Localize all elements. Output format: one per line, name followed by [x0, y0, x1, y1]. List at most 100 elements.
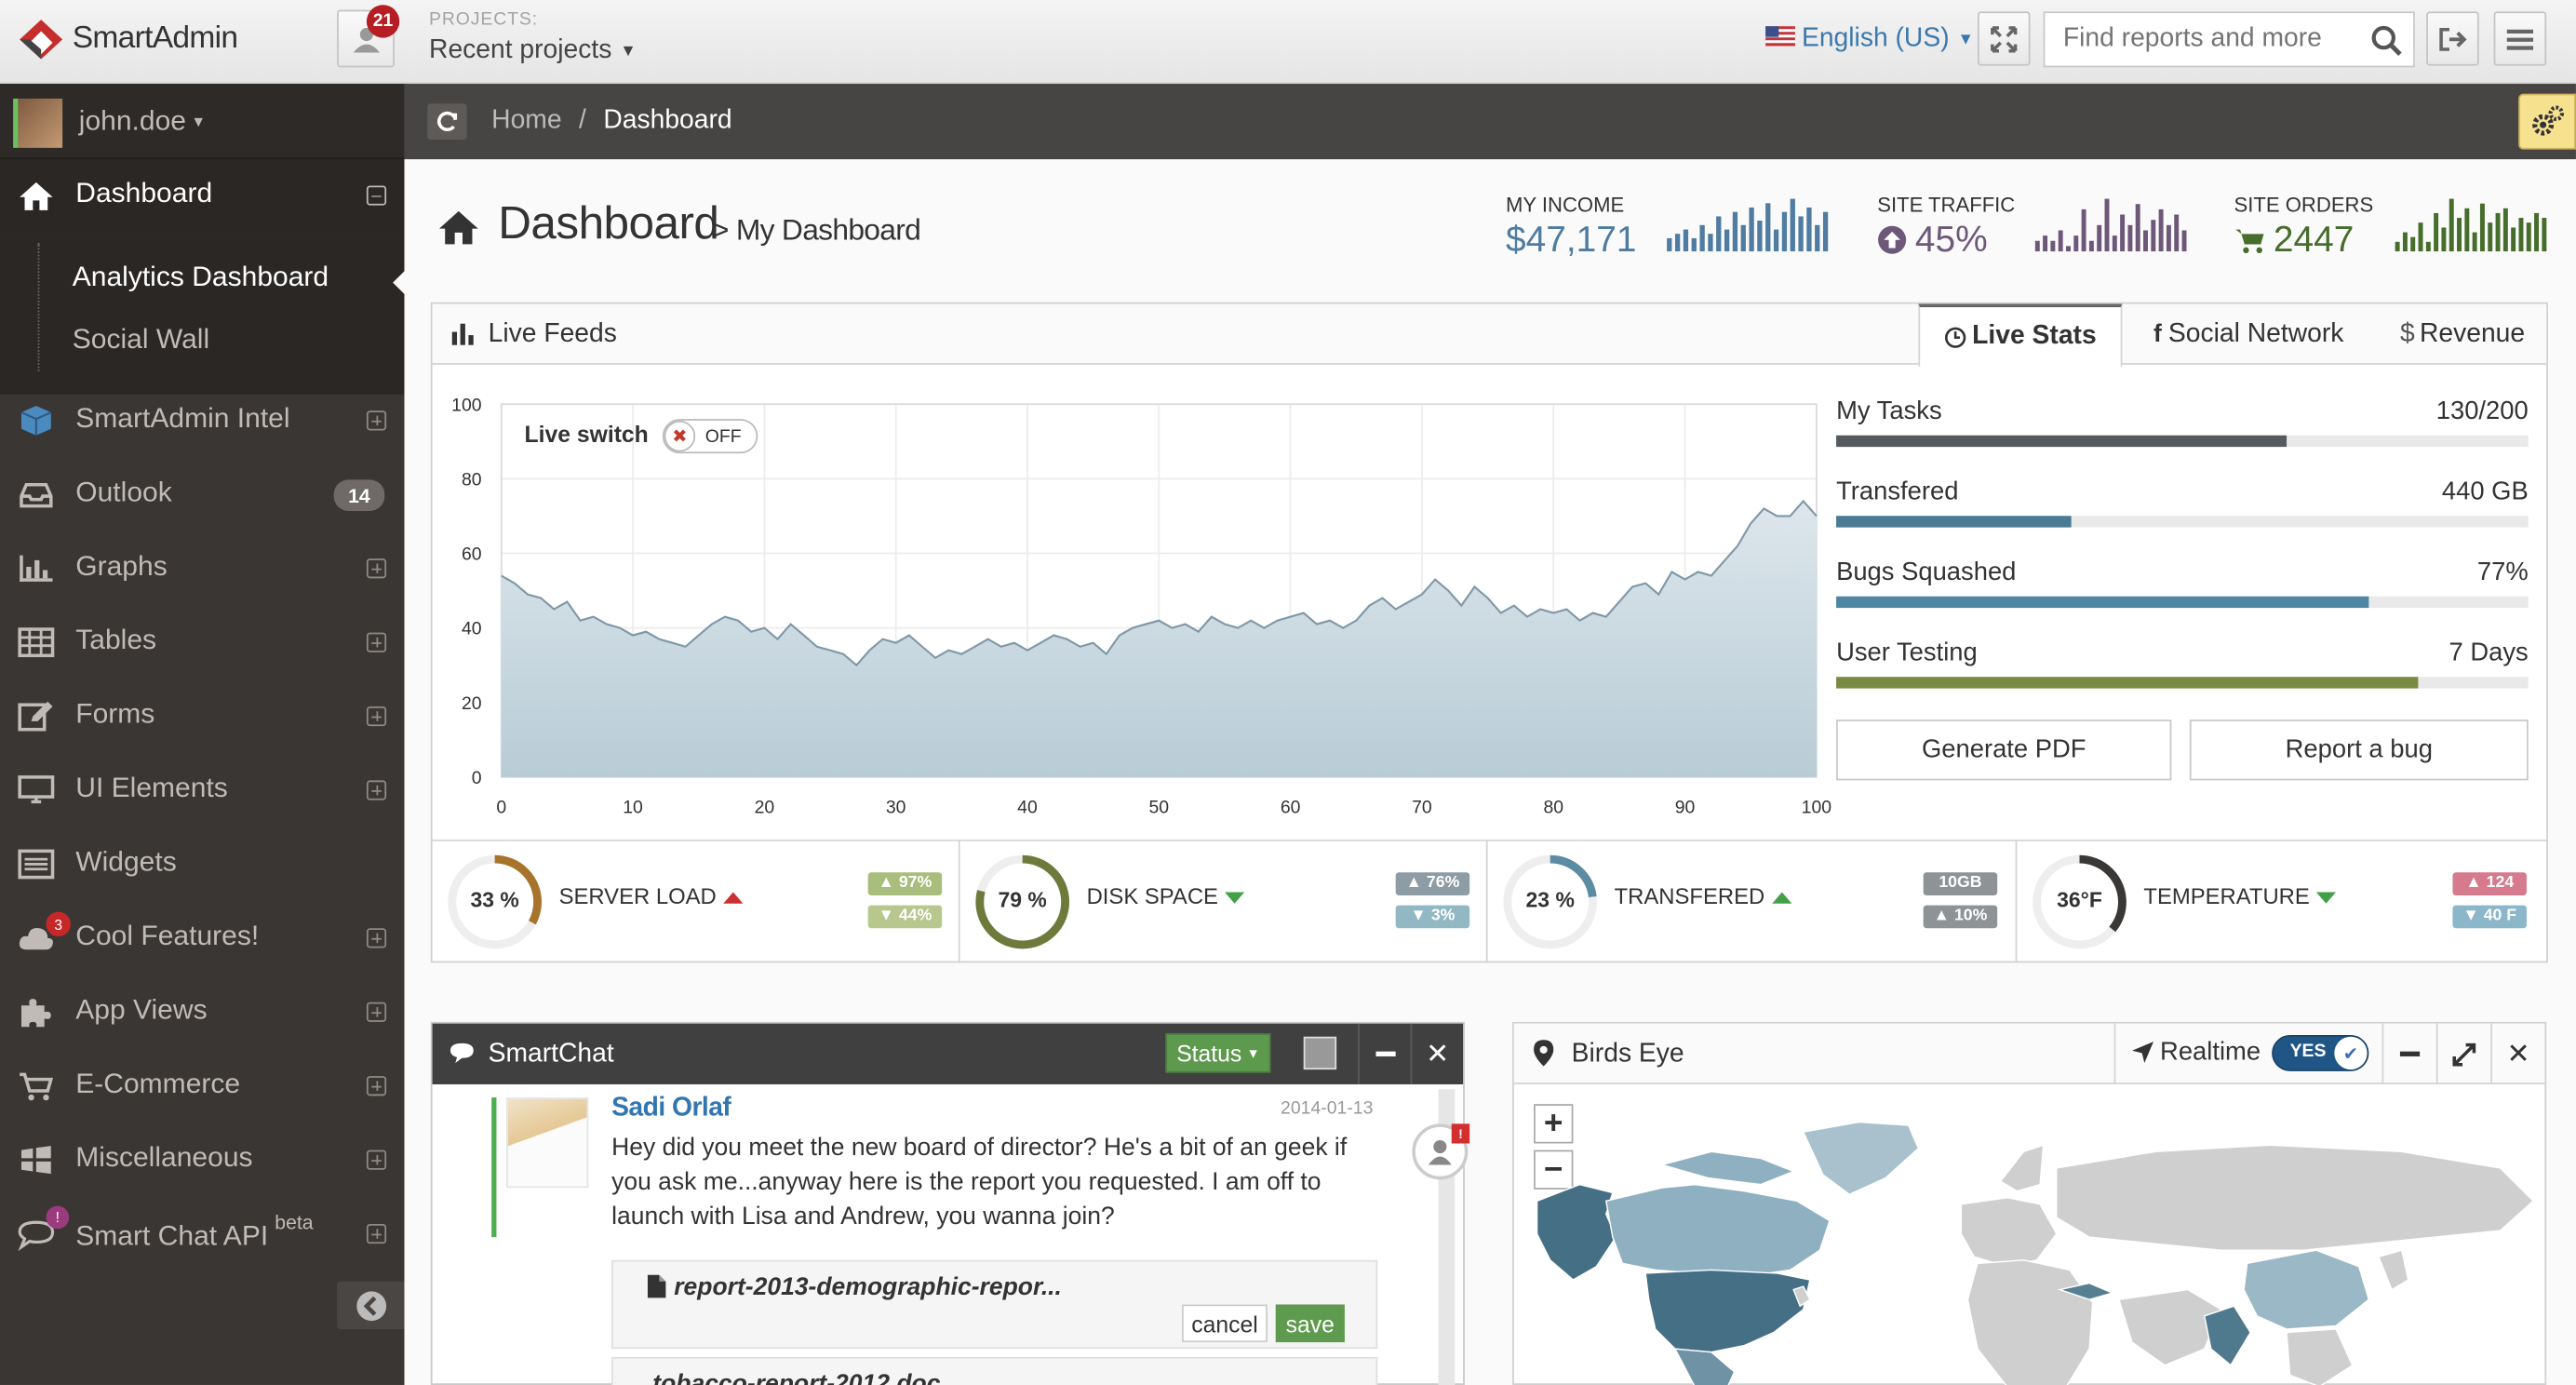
report-bug-button[interactable]: Report a bug: [2189, 719, 2529, 781]
expand-icon[interactable]: [366, 706, 387, 727]
progress-row: My Tasks 130/200: [1836, 397, 2529, 427]
color-picker-button[interactable]: [1303, 1036, 1337, 1070]
minimize-button[interactable]: [1358, 1023, 1411, 1084]
location-arrow-icon: [2132, 1042, 2153, 1064]
sidebar-item-label: Miscellaneous: [75, 1141, 253, 1174]
tab-revenue[interactable]: $ Revenue: [2400, 304, 2525, 365]
spark-bar: [2542, 218, 2547, 252]
progress-label: User Testing: [1836, 639, 1978, 667]
save-button[interactable]: save: [1275, 1304, 1345, 1343]
sidebar-item-analytics-dashboard[interactable]: Analytics Dashboard: [73, 262, 329, 294]
x-tick-label: 100: [1802, 798, 1832, 818]
projects-dropdown[interactable]: Recent projects ▼: [429, 36, 637, 66]
progress-fill: [1836, 596, 2369, 609]
fullscreen-button[interactable]: [2435, 1023, 2490, 1084]
spark-bar: [1683, 229, 1689, 252]
search-input[interactable]: [2045, 13, 2358, 66]
sidebar-item-graphs[interactable]: Graphs: [0, 532, 405, 606]
expand-icon[interactable]: [366, 558, 387, 579]
kpi-badge-secondary: ▼ 40 F: [2452, 905, 2527, 929]
refresh-button[interactable]: [427, 103, 467, 141]
user-menu[interactable]: john.doe ▼: [79, 105, 206, 138]
attachment-card: report-2013-demographic-repor... cancel …: [611, 1259, 1378, 1350]
expand-icon[interactable]: [366, 632, 387, 652]
live-switch-toggle[interactable]: ✖ OFF: [662, 419, 758, 454]
chat-users-button[interactable]: !: [1412, 1123, 1470, 1180]
collapse-icon[interactable]: [366, 185, 387, 206]
generate-pdf-button[interactable]: Generate PDF: [1836, 719, 2172, 781]
sidebar-item-miscellaneous[interactable]: Miscellaneous: [0, 1123, 405, 1197]
home-icon: [20, 182, 53, 210]
spark-bar: [2034, 240, 2040, 252]
cart-icon: [20, 1072, 54, 1101]
world-map[interactable]: [1514, 1086, 2545, 1385]
minimize-button[interactable]: [2381, 1023, 2436, 1084]
menu-toggle-button[interactable]: [2493, 11, 2547, 66]
search-icon[interactable]: [2370, 24, 2403, 57]
realtime-toggle[interactable]: YES ✔: [2272, 1035, 2369, 1071]
expand-icon[interactable]: [366, 928, 387, 948]
sidebar-item-ui-elements[interactable]: UI Elements: [0, 754, 405, 827]
breadcrumb-separator: /: [579, 106, 586, 135]
progress-fill: [1836, 435, 2287, 448]
breadcrumb-home[interactable]: Home: [491, 107, 561, 135]
progress-fill: [1836, 677, 2418, 689]
sidebar-item-dashboard[interactable]: Dashboard: [0, 159, 405, 234]
expand-icon[interactable]: [366, 1076, 387, 1096]
close-button[interactable]: ✕: [1410, 1023, 1464, 1084]
layout-settings-button[interactable]: [2518, 93, 2576, 150]
orders-sparkline: [2395, 198, 2547, 252]
tab-social-network[interactable]: f Social Network: [2153, 304, 2343, 365]
sidebar-item-social-wall[interactable]: Social Wall: [73, 324, 209, 356]
progress-label: Bugs Squashed: [1836, 558, 2017, 587]
map-region: [2203, 1305, 2252, 1366]
sidebar-item-ecommerce[interactable]: E-Commerce: [0, 1050, 405, 1123]
sidebar-item-forms[interactable]: Forms: [0, 680, 405, 754]
avatar[interactable]: [13, 98, 63, 148]
sidebar-item-app-views[interactable]: App Views: [0, 975, 405, 1049]
caret-down-icon: ▼: [1246, 1045, 1260, 1061]
attachment-name[interactable]: report-2013-demographic-repor...: [674, 1273, 1062, 1301]
spark-bar: [2495, 212, 2501, 252]
trend-down-icon: [2315, 891, 2337, 903]
sidebar-item-smartadmin-intel[interactable]: SmartAdmin Intel: [0, 384, 405, 458]
cart-icon: [2235, 229, 2264, 254]
expand-icon[interactable]: [366, 780, 387, 800]
sidebar-item-tables[interactable]: Tables: [0, 606, 405, 679]
cancel-button[interactable]: cancel: [1182, 1304, 1268, 1343]
expand-icon[interactable]: [366, 1150, 387, 1170]
spark-bar: [1674, 234, 1681, 252]
kpi-ring: 23 %: [1501, 853, 1600, 951]
smartchat-title: SmartChat: [488, 1040, 614, 1069]
minify-sidebar-button[interactable]: [337, 1281, 405, 1329]
stat-value: $47,171: [1506, 218, 1637, 260]
sidebar-item-outlook[interactable]: Outlook 14: [0, 458, 405, 531]
spark-bar: [2127, 224, 2133, 252]
attachment-name[interactable]: tobacco-report-2012.doc: [652, 1370, 940, 1385]
expand-icon[interactable]: [366, 410, 387, 431]
tab-live-stats[interactable]: Live Stats: [1918, 303, 2123, 367]
status-label: Status: [1176, 1040, 1242, 1067]
progress-track: [1836, 516, 2529, 528]
expand-icon[interactable]: [366, 1223, 387, 1244]
status-dropdown[interactable]: Status ▼: [1165, 1033, 1271, 1073]
message-accent: [491, 1097, 497, 1238]
tab-label: Social Network: [2167, 319, 2344, 348]
logout-button[interactable]: [2426, 11, 2479, 66]
spark-bar: [2472, 232, 2477, 252]
sidebar-item-cool-features[interactable]: 3 Cool Features!: [0, 902, 405, 975]
fullscreen-button[interactable]: [1977, 11, 2031, 66]
close-button[interactable]: ✕: [2490, 1023, 2544, 1084]
map-region: [2378, 1249, 2409, 1291]
language-selector[interactable]: English (US) ▼: [1802, 24, 1974, 54]
sidebar-item-smart-chat-api[interactable]: ! Smart Chat API beta: [0, 1198, 405, 1271]
message-author[interactable]: Sadi Orlaf: [611, 1095, 731, 1124]
spark-bar: [2174, 214, 2180, 252]
sidebar-item-widgets[interactable]: Widgets: [0, 828, 405, 902]
kpi-badge-value: 44%: [898, 907, 932, 925]
message-date: 2014-01-13: [1281, 1098, 1374, 1120]
us-flag-icon: [1765, 26, 1795, 47]
expand-icon[interactable]: [366, 1002, 387, 1022]
smart-chat-badge: !: [46, 1205, 70, 1230]
x-tick-label: 40: [1017, 798, 1038, 818]
